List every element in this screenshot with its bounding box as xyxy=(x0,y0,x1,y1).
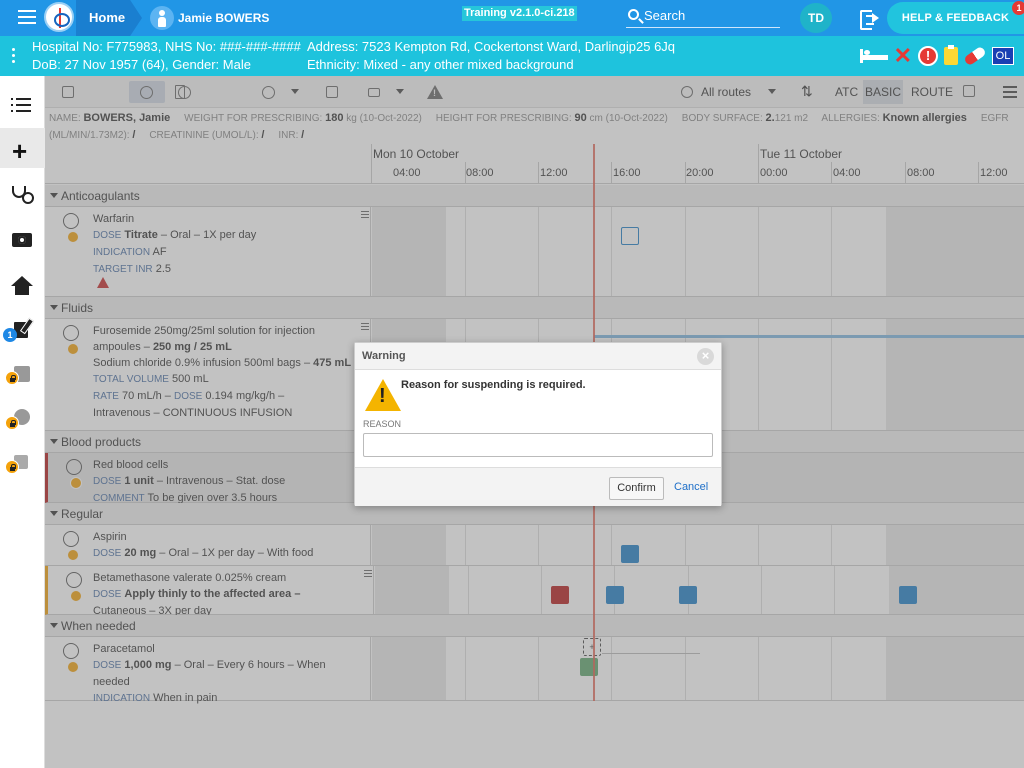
bed-icon[interactable] xyxy=(859,49,888,63)
search-box[interactable]: Search xyxy=(626,6,780,28)
home-breadcrumb[interactable]: Home xyxy=(76,0,142,36)
reason-input[interactable] xyxy=(363,433,713,457)
search-label: Search xyxy=(644,8,686,23)
patient-person-icon xyxy=(150,6,174,30)
user-avatar[interactable]: TD xyxy=(800,3,832,33)
left-navigation: + 1 xyxy=(0,76,45,768)
patient-ethnicity: Ethnicity: Mixed - any other mixed backg… xyxy=(307,57,574,72)
patient-dob-gender: DoB: 27 Nov 1957 (64), Gender: Male xyxy=(32,57,251,72)
training-version-badge: Training v2.1.0-ci.218 xyxy=(462,6,577,21)
hospital-number: Hospital No: F775983, NHS No: ###-###-##… xyxy=(32,39,301,54)
lock-icon xyxy=(5,416,19,430)
patient-menu-icon[interactable] xyxy=(12,48,16,66)
warning-icon xyxy=(365,379,401,411)
plus-icon[interactable]: + xyxy=(12,138,27,164)
dialog-title: Warning xyxy=(355,343,721,370)
stethoscope-icon[interactable] xyxy=(12,186,34,204)
pill-icon[interactable] xyxy=(963,45,987,67)
patient-name[interactable]: Jamie BOWERS xyxy=(178,11,269,25)
lock-icon xyxy=(5,371,19,385)
dialog-footer: Confirm Cancel xyxy=(355,467,721,506)
patient-status-icons: ✕ ! OL xyxy=(859,44,1014,68)
cancel-button[interactable]: Cancel xyxy=(674,481,708,493)
confirm-button[interactable]: Confirm xyxy=(609,477,664,500)
patient-address: Address: 7523 Kempton Rd, Cockertonst Wa… xyxy=(307,39,676,54)
hamburger-menu-icon[interactable] xyxy=(18,10,36,24)
help-feedback-button[interactable]: HELP & FEEDBACK xyxy=(887,2,1024,34)
search-icon xyxy=(628,9,639,20)
clipboard-icon[interactable] xyxy=(944,45,958,65)
close-icon[interactable]: × xyxy=(697,348,714,365)
camera-icon[interactable] xyxy=(12,233,32,247)
app-logo xyxy=(44,2,74,32)
list-icon[interactable] xyxy=(11,98,31,116)
home-icon[interactable] xyxy=(11,276,33,295)
suspend-warning-dialog: Warning × Reason for suspending is requi… xyxy=(354,342,722,506)
patient-banner: Hospital No: F775983, NHS No: ###-###-##… xyxy=(0,36,1024,76)
lock-icon xyxy=(5,460,19,474)
dialog-message: Reason for suspending is required. xyxy=(401,379,586,391)
alert-icon[interactable]: ! xyxy=(918,46,938,66)
top-bar: Home Jamie BOWERS Training v2.1.0-ci.218… xyxy=(0,0,1024,36)
edit-count-badge: 1 xyxy=(3,328,17,342)
ol-badge[interactable]: OL xyxy=(992,47,1014,65)
help-notification-badge: 1 xyxy=(1012,1,1024,15)
cross-status-icon[interactable]: ✕ xyxy=(894,45,912,67)
logout-icon[interactable] xyxy=(860,10,880,30)
reason-label: REASON xyxy=(363,419,402,429)
